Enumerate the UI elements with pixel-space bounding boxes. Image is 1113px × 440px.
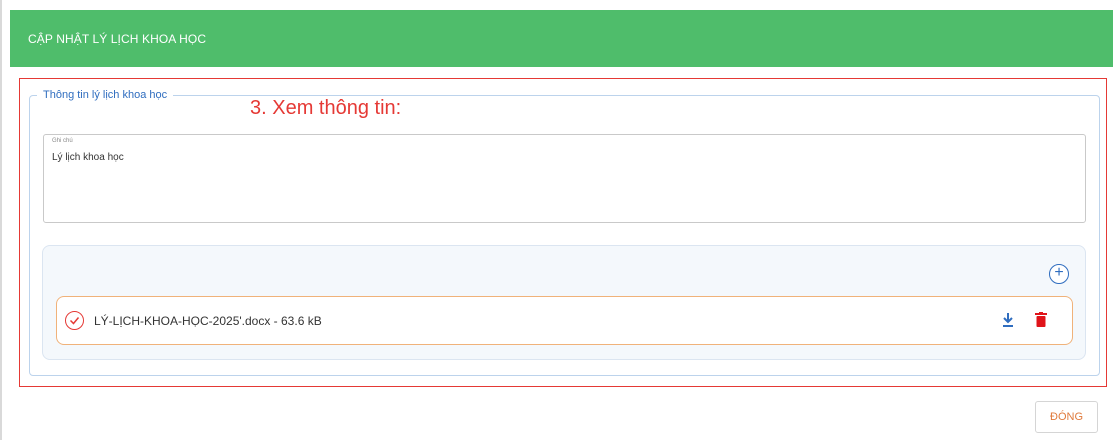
plus-circle-icon[interactable]: + — [1049, 264, 1069, 284]
note-field-label: Ghi chú — [52, 138, 73, 144]
dialog-header: CẬP NHẬT LÝ LỊCH KHOA HỌC — [10, 10, 1113, 67]
dialog-title: CẬP NHẬT LÝ LỊCH KHOA HỌC — [28, 32, 207, 46]
note-field-value[interactable]: Lý lịch khoa học — [52, 152, 124, 163]
download-icon[interactable] — [1001, 312, 1015, 328]
trash-icon[interactable] — [1035, 312, 1047, 327]
attachment-file-name[interactable]: LÝ-LỊCH-KHOA-HỌC-2025'.docx - 63.6 kB — [94, 314, 322, 328]
left-border-line — [0, 0, 2, 440]
fieldset-legend: Thông tin lý lịch khoa học — [37, 89, 174, 101]
add-symbol: + — [1054, 264, 1064, 281]
note-textarea[interactable] — [43, 134, 1086, 223]
step-annotation: 3. Xem thông tin: — [250, 97, 402, 119]
check-circle-icon — [65, 311, 84, 330]
close-button[interactable]: ĐÓNG — [1035, 401, 1098, 433]
